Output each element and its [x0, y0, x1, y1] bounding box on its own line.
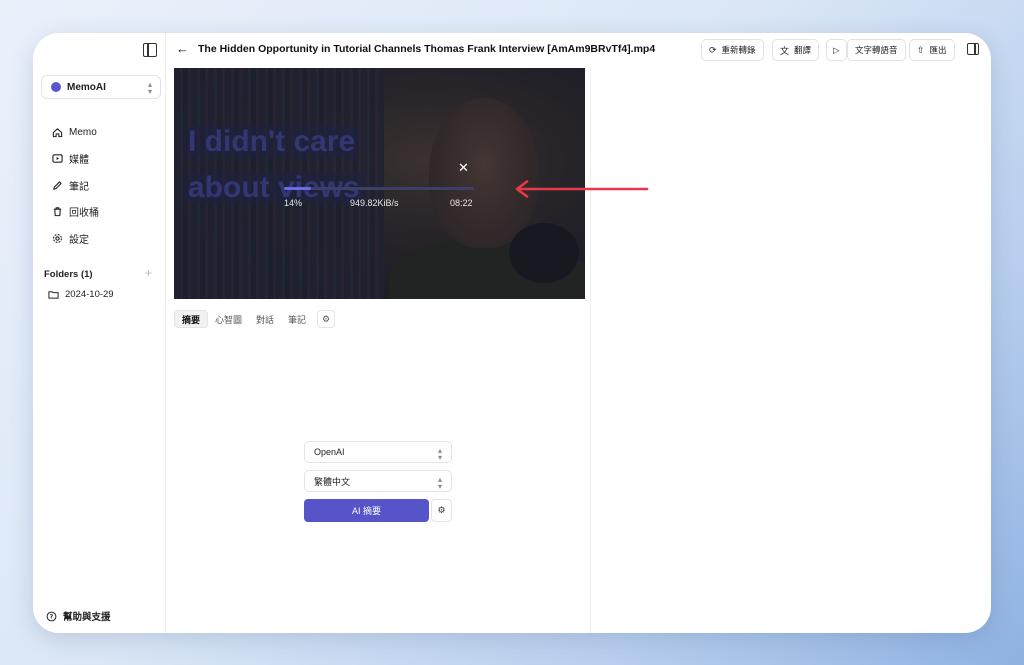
folder-icon: [47, 288, 59, 300]
tab-chat[interactable]: 對話: [249, 310, 281, 328]
translate-icon: 文: [780, 45, 790, 56]
translate-label: 翻譯: [794, 45, 812, 55]
play-square-icon: [51, 153, 63, 165]
content-tabs: 摘要 心智圖 對話 筆記 ⚙: [174, 309, 336, 329]
workspace-selector[interactable]: MemoAI ▴ ▾: [41, 75, 161, 99]
svg-text:?: ?: [49, 613, 53, 620]
trash-icon: [51, 206, 63, 218]
retranscribe-label: 重新轉錄: [721, 45, 756, 55]
folder-item[interactable]: 2024-10-29: [47, 288, 114, 300]
sidebar-item-trash[interactable]: 回收桶: [51, 199, 99, 226]
refresh-icon: ⟳: [709, 44, 717, 55]
text-to-speech-button[interactable]: 文字轉語音: [847, 39, 906, 61]
sidebar-item-media[interactable]: 媒體: [51, 146, 99, 173]
annotation-arrow-icon: [515, 180, 649, 198]
download-speed: 949.82KiB/s: [350, 198, 399, 208]
ai-summary-button[interactable]: AI 摘要: [304, 499, 429, 522]
play-button[interactable]: ▷: [826, 39, 847, 61]
folders-heading: Folders (1): [44, 269, 93, 280]
sidebar-item-notes[interactable]: 筆記: [51, 172, 99, 199]
chevron-updown-icon: ▴ ▾: [437, 475, 442, 491]
tts-label: 文字轉語音: [855, 45, 898, 55]
help-support-link[interactable]: ? 幫助與支援: [45, 609, 111, 623]
sidebar-item-memo[interactable]: Memo: [51, 119, 99, 146]
gear-icon: [51, 232, 63, 244]
ai-provider-select[interactable]: OpenAI ▴ ▾: [304, 441, 452, 463]
download-percent: 14%: [284, 198, 303, 208]
tab-summary[interactable]: 摘要: [174, 310, 209, 328]
tab-notes[interactable]: 筆記: [281, 310, 313, 328]
back-arrow-icon[interactable]: ←: [176, 41, 189, 56]
download-progress-bar: [284, 187, 474, 190]
export-button[interactable]: ⇧ 匯出: [909, 39, 955, 61]
sidebar-item-label: 設定: [69, 234, 89, 246]
download-progress-fill: [284, 187, 311, 190]
add-folder-icon[interactable]: +: [145, 266, 152, 280]
workspace-name: MemoAI: [67, 81, 106, 93]
help-circle-icon: ?: [45, 610, 57, 622]
sidebar-item-settings[interactable]: 設定: [51, 225, 99, 252]
tab-settings-gear-icon[interactable]: ⚙: [317, 310, 336, 328]
play-icon: ▷: [833, 44, 840, 55]
sidebar-item-label: 回收桶: [69, 208, 99, 220]
language-select[interactable]: 繁體中文 ▴ ▾: [304, 470, 452, 492]
sidebar-nav: Memo 媒體 筆記 回收桶 設定: [51, 119, 99, 252]
sidebar-toggle-icon[interactable]: [143, 43, 157, 57]
folder-label: 2024-10-29: [65, 288, 114, 300]
page-title: The Hidden Opportunity in Tutorial Chann…: [198, 43, 656, 55]
header: ← The Hidden Opportunity in Tutorial Cha…: [166, 33, 991, 67]
pencil-icon: [51, 179, 63, 191]
language-value: 繁體中文: [314, 476, 351, 487]
download-eta: 08:22: [450, 198, 473, 208]
app-window: MemoAI ▴ ▾ Memo 媒體 筆記 回收桶 設定 Folders (1)…: [33, 33, 991, 633]
translate-button[interactable]: 文 翻譯: [772, 39, 820, 61]
workspace-dot-icon: [51, 82, 61, 92]
chevron-updown-icon: ▴ ▾: [437, 446, 442, 462]
ai-provider-value: OpenAI: [314, 447, 345, 457]
sidebar: MemoAI ▴ ▾ Memo 媒體 筆記 回收桶 設定 Folders (1)…: [33, 33, 166, 633]
panel-divider: [590, 67, 591, 633]
chevron-updown-icon: ▴ ▾: [147, 80, 152, 96]
cancel-download-icon[interactable]: ✕: [458, 160, 469, 176]
tab-mindmap[interactable]: 心智圖: [208, 310, 249, 328]
retranscribe-button[interactable]: ⟳ 重新轉錄: [701, 39, 764, 61]
right-panel-toggle-icon[interactable]: [967, 43, 979, 55]
summary-settings-gear-icon[interactable]: ⚙: [431, 499, 452, 522]
sidebar-item-label: 筆記: [69, 181, 89, 193]
sidebar-item-label: 媒體: [69, 155, 89, 167]
export-label: 匯出: [929, 45, 947, 55]
sidebar-item-label: Memo: [69, 126, 97, 138]
help-label: 幫助與支援: [63, 612, 111, 623]
upload-icon: ⇧: [917, 44, 925, 55]
home-icon: [51, 126, 63, 138]
